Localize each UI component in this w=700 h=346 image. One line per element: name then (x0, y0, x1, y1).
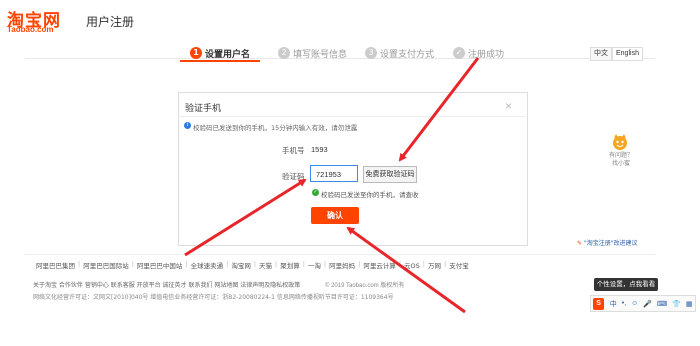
arrow-to-code-input (184, 178, 307, 257)
arrow-to-code-button (398, 57, 480, 162)
annotation-arrows (184, 57, 480, 314)
arrow-to-confirm-button (346, 226, 466, 314)
